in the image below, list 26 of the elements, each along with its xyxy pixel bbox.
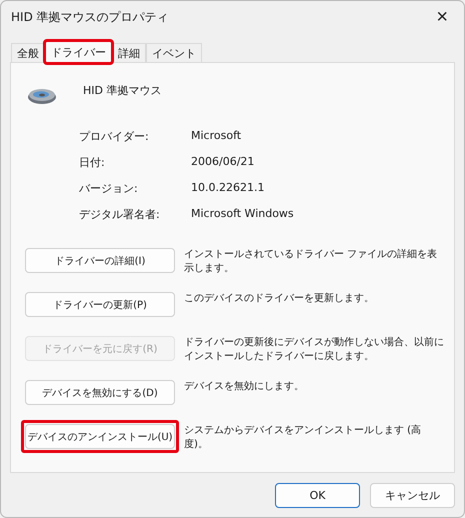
- action-description: このデバイスのドライバーを更新します。: [184, 292, 375, 306]
- tab[interactable]: 詳細: [112, 43, 146, 63]
- property-value: 10.0.22621.1: [191, 181, 266, 196]
- property-value: Microsoft: [191, 129, 242, 144]
- close-button[interactable]: ×: [432, 7, 452, 27]
- property-value: Microsoft Windows: [191, 207, 295, 222]
- action-description: インストールされているドライバー ファイルの詳細を表示します。: [184, 248, 438, 276]
- ok-button[interactable]: OK: [275, 483, 360, 508]
- tab[interactable]: ドライバー: [45, 41, 112, 63]
- window-title: HID 準拠マウスのプロパティ: [11, 8, 169, 26]
- action-button[interactable]: デバイスを無効にする(D): [25, 380, 175, 405]
- property-label: 日付:: [79, 155, 106, 170]
- cancel-button[interactable]: キャンセル: [370, 483, 455, 508]
- tab[interactable]: イベント: [146, 43, 202, 63]
- property-value: 2006/06/21: [191, 155, 256, 170]
- property-label: デジタル署名者:: [79, 207, 161, 222]
- property-label: バージョン:: [79, 181, 139, 196]
- action-description: ドライバーの更新後にデバイスが動作しない場合、以前にインストールしたドライバーに戻します。: [184, 336, 445, 364]
- action-description: システムからデバイスをアンインストールします (高度)。: [184, 424, 422, 452]
- tab[interactable]: 全般: [11, 43, 45, 63]
- device-name: HID 準拠マウス: [83, 83, 162, 98]
- action-button[interactable]: ドライバーの更新(P): [25, 292, 175, 317]
- property-label: プロバイダー:: [79, 129, 150, 144]
- action-description: デバイスを無効にします。: [184, 380, 305, 394]
- action-button[interactable]: ドライバーの詳細(I): [25, 248, 175, 273]
- action-button[interactable]: デバイスのアンインストール(U): [25, 424, 175, 449]
